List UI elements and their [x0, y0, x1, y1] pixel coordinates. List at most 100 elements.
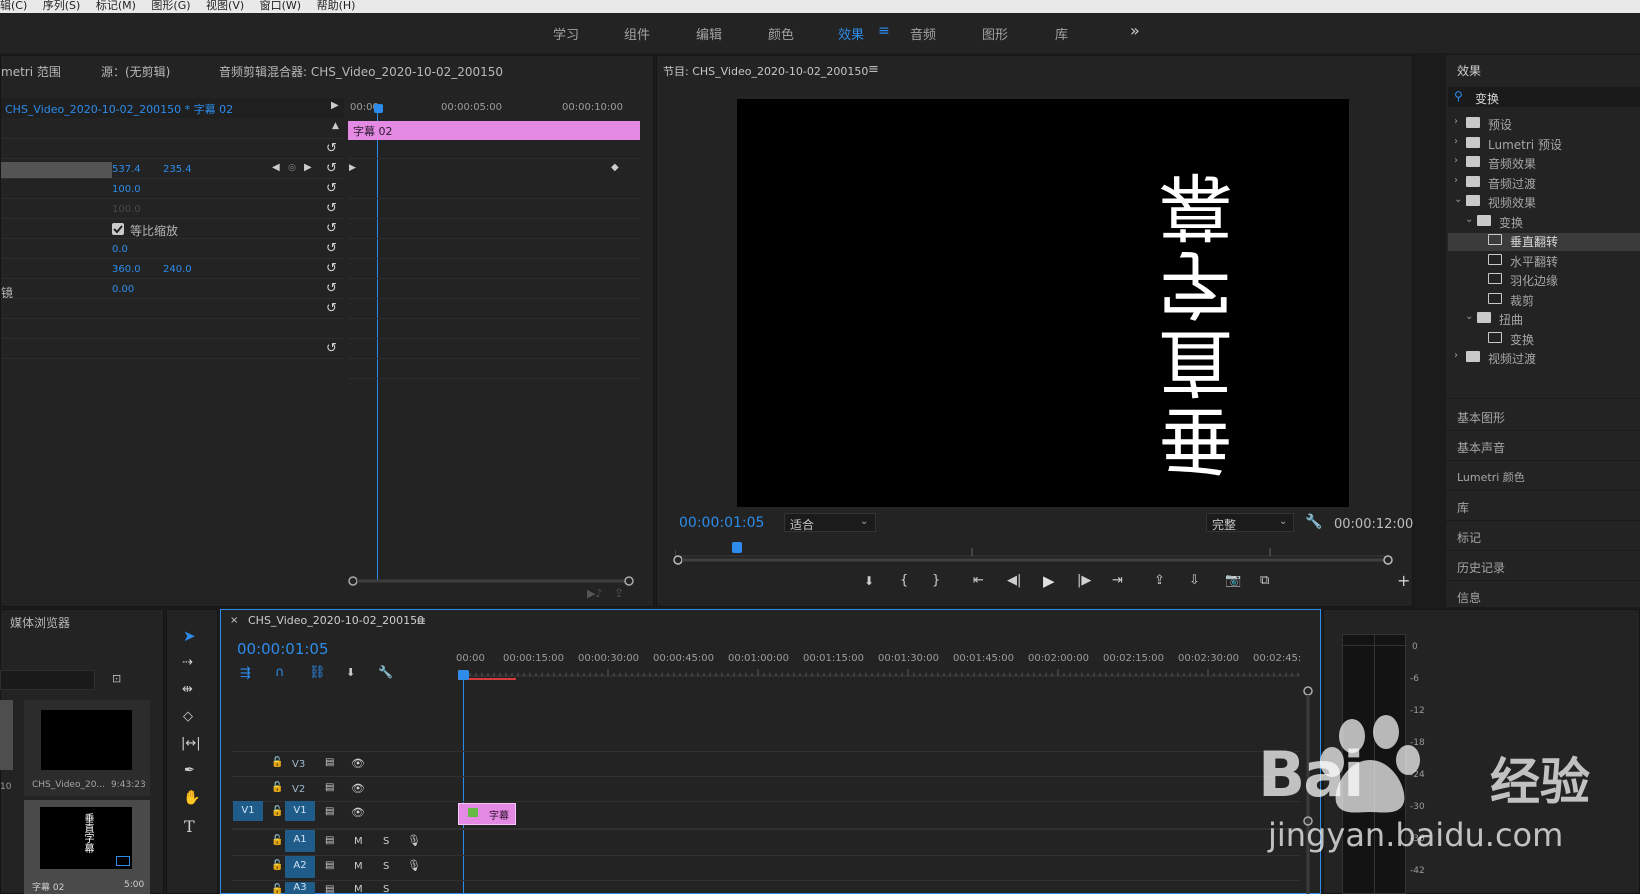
workspace-graphics[interactable]: 图形: [982, 24, 1008, 43]
lock-icon[interactable]: 🔓: [271, 806, 283, 817]
uniform-scale-checkbox[interactable]: [112, 223, 124, 235]
panel-libraries[interactable]: 库: [1457, 499, 1469, 516]
tab-lumetri-scopes[interactable]: metri 范围: [1, 63, 61, 80]
timeline-vertical-scrollbar[interactable]: [1303, 686, 1313, 894]
nest-icon[interactable]: ⇶: [240, 666, 251, 681]
position-slider[interactable]: [1, 162, 112, 178]
quality-dropdown[interactable]: 完整 ⌄: [1206, 513, 1294, 532]
effects-tree-item[interactable]: 羽化边缘: [1448, 270, 1640, 290]
reset-icon[interactable]: ↺: [326, 181, 337, 196]
effects-tree-item[interactable]: ⌄ 变换: [1448, 212, 1640, 232]
scale-value[interactable]: 100.0: [112, 184, 141, 195]
sync-lock-icon[interactable]: ▤: [325, 757, 334, 768]
position-x-value[interactable]: 537.4: [112, 164, 141, 175]
video-frame[interactable]: 垂直字幕: [737, 99, 1349, 507]
ec-zoom-scrollbar[interactable]: [348, 575, 634, 586]
sync-lock-icon[interactable]: ▤: [325, 884, 334, 894]
chevron-right-icon[interactable]: ›: [1454, 116, 1458, 127]
panel-menu-icon[interactable]: ≡: [416, 614, 426, 628]
linked-selection-icon[interactable]: ⛓: [309, 665, 326, 680]
reset-icon[interactable]: ↺: [326, 261, 337, 276]
panel-menu-icon[interactable]: ≡: [868, 62, 879, 77]
clip-path[interactable]: CHS_Video_2020-10-02_200150 * 字幕 02: [5, 101, 233, 117]
effects-tree-item[interactable]: ⌄ 扭曲: [1448, 309, 1640, 329]
filter-keyframes-icon[interactable]: ▶♪: [587, 587, 602, 600]
lock-icon[interactable]: 🔓: [271, 757, 283, 768]
panel-history[interactable]: 历史记录: [1457, 559, 1505, 576]
menu-window[interactable]: 窗口(W): [260, 0, 301, 11]
timeline-playhead-handle[interactable]: [458, 670, 469, 680]
microphone-icon[interactable]: 🎙: [407, 859, 421, 872]
chevron-right-icon[interactable]: ›: [1454, 136, 1458, 147]
play-clip-icon[interactable]: ▶: [331, 100, 339, 111]
panel-essential-sound[interactable]: 基本声音: [1457, 439, 1505, 456]
sync-lock-icon[interactable]: ▤: [325, 835, 334, 846]
microphone-icon[interactable]: 🎙: [407, 834, 421, 847]
pen-tool-icon[interactable]: ✒: [184, 763, 195, 778]
menu-graphics[interactable]: 图形(G): [151, 0, 190, 11]
sync-lock-icon[interactable]: ▤: [325, 860, 334, 871]
workspace-menu-icon[interactable]: ≡: [878, 23, 890, 39]
tab-media-browser[interactable]: 媒体浏览器: [10, 614, 70, 631]
reset-icon[interactable]: ↺: [326, 161, 337, 176]
close-icon[interactable]: ×: [230, 615, 238, 626]
menu-marker[interactable]: 标记(M): [96, 0, 136, 11]
panel-info[interactable]: 信息: [1457, 589, 1481, 606]
type-tool-icon[interactable]: T: [184, 817, 195, 836]
comparison-view-icon[interactable]: ⧉: [1260, 573, 1269, 588]
add-marker-icon[interactable]: ⬇: [346, 666, 355, 679]
effects-tree-item[interactable]: 垂直翻转: [1448, 231, 1640, 251]
collapse-icon[interactable]: ▲: [332, 121, 339, 131]
chevron-down-icon[interactable]: ⌄: [1454, 194, 1462, 205]
project-search-field[interactable]: [0, 670, 95, 690]
anchor-x-value[interactable]: 360.0: [112, 264, 141, 275]
workspace-audio[interactable]: 音频: [910, 24, 936, 43]
panel-essential-graphics[interactable]: 基本图形: [1457, 409, 1505, 426]
lock-icon[interactable]: 🔓: [271, 835, 283, 846]
mute-button[interactable]: M: [354, 836, 363, 847]
antiflicker-value[interactable]: 0.00: [112, 284, 134, 295]
timeline-caption-clip[interactable]: 字幕: [458, 803, 516, 825]
effects-tree-item[interactable]: › Lumetri 预设: [1448, 134, 1640, 154]
chevron-down-icon[interactable]: ⌄: [1465, 311, 1473, 322]
sync-lock-icon[interactable]: ▤: [325, 782, 334, 793]
wrench-icon[interactable]: 🔧: [1305, 514, 1322, 530]
tab-source[interactable]: 源：(无剪辑): [101, 63, 170, 80]
effects-tree-item[interactable]: › 预设: [1448, 114, 1640, 134]
slip-tool-icon[interactable]: |↔|: [181, 736, 201, 751]
clip-thumbnail-partial[interactable]: [0, 700, 13, 770]
selection-tool-icon[interactable]: ➤: [183, 627, 196, 645]
wrench-icon[interactable]: 🔧: [378, 665, 393, 679]
source-patch-v1[interactable]: V1: [233, 801, 263, 821]
chevron-right-icon[interactable]: ›: [1454, 175, 1458, 186]
reset-icon[interactable]: ↺: [326, 141, 337, 156]
reset-icon[interactable]: ↺: [326, 281, 337, 296]
lock-icon[interactable]: 🔓: [271, 884, 283, 894]
track-select-tool-icon[interactable]: ⇢: [182, 655, 193, 670]
mark-in-icon[interactable]: {: [900, 573, 908, 588]
anchor-y-value[interactable]: 240.0: [163, 264, 192, 275]
menu-help[interactable]: 帮助(H): [317, 0, 356, 11]
lock-icon[interactable]: 🔓: [271, 782, 283, 793]
effects-search-field[interactable]: ⚲ 变换: [1448, 87, 1640, 107]
effects-tree-item[interactable]: 变换: [1448, 329, 1640, 349]
hand-tool-icon[interactable]: ✋: [183, 790, 200, 806]
solo-button[interactable]: S: [383, 884, 389, 894]
rotation-value[interactable]: 0.0: [112, 244, 128, 255]
mark-out-icon[interactable]: }: [932, 573, 940, 588]
eye-icon[interactable]: 👁: [351, 782, 365, 795]
add-button-icon[interactable]: +: [1397, 571, 1410, 590]
fit-dropdown[interactable]: 适合 ⌄: [784, 513, 876, 532]
new-bin-icon[interactable]: ⊡: [112, 672, 121, 685]
snap-icon[interactable]: ∩: [275, 665, 285, 680]
track-a3-label[interactable]: A3: [285, 882, 315, 894]
menu-view[interactable]: 视图(V): [206, 0, 244, 11]
more-workspaces-icon[interactable]: »: [1130, 21, 1140, 40]
menu-sequence[interactable]: 序列(S): [43, 0, 81, 11]
chevron-down-icon[interactable]: ⌄: [1465, 214, 1473, 225]
razor-tool-icon[interactable]: ◇: [183, 709, 193, 724]
track-a2-label[interactable]: A2: [285, 856, 315, 878]
sequence-tab[interactable]: CHS_Video_2020-10-02_200150: [248, 614, 424, 627]
track-v2-label[interactable]: V2: [292, 784, 305, 795]
menu-edit[interactable]: 辑(C): [0, 0, 27, 11]
